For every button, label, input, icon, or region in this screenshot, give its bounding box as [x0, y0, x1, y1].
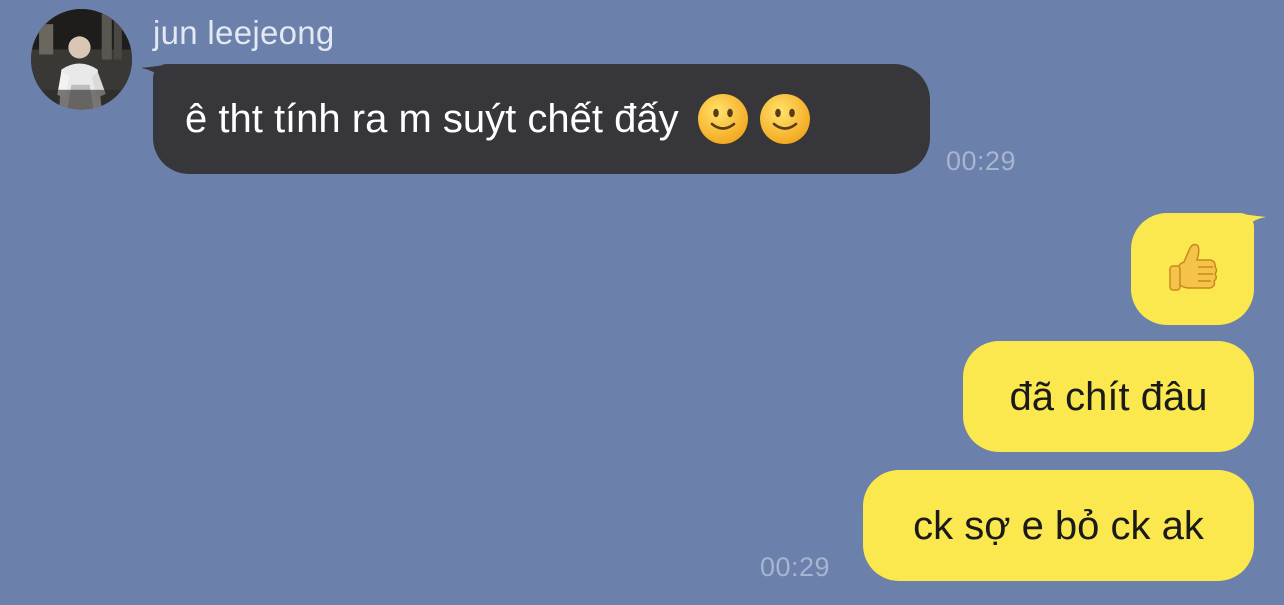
incoming-message-bubble[interactable]: ê tht tính ra m suýt chết đấy: [153, 64, 930, 174]
incoming-message-time: 00:29: [946, 146, 1017, 176]
outgoing-message-bubble-thumbs-up[interactable]: [1131, 213, 1254, 325]
outgoing-message-text: đã chít đâu: [1009, 374, 1208, 419]
sender-name: jun leejeong: [153, 14, 335, 51]
outgoing-message-bubble[interactable]: đã chít đâu: [963, 341, 1254, 452]
incoming-message-text: ê tht tính ra m suýt chết đấy: [185, 97, 679, 141]
outgoing-message-text: ck sợ e bỏ ck ak: [913, 503, 1204, 548]
sender-avatar[interactable]: [31, 9, 132, 110]
profile-photo-icon: [31, 9, 132, 110]
thumbs-up-icon: [1168, 243, 1217, 291]
slightly-smiling-face-icon: [759, 94, 810, 144]
outgoing-message-time: 00:29: [760, 552, 831, 582]
outgoing-message-bubble[interactable]: ck sợ e bỏ ck ak: [863, 470, 1254, 581]
slightly-smiling-face-icon: [697, 94, 748, 144]
